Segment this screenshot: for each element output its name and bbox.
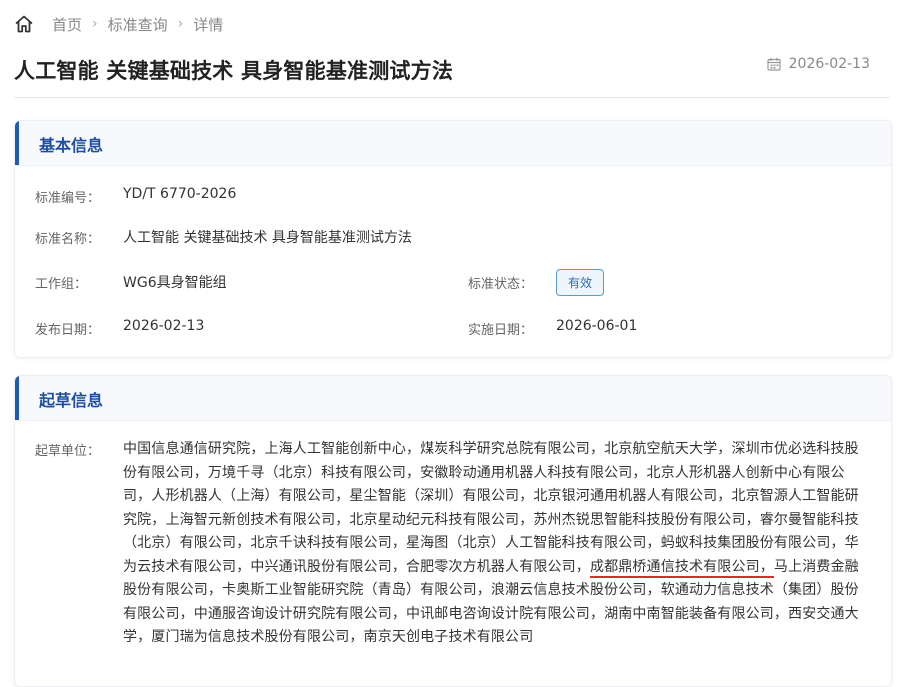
breadcrumb-home[interactable]: 首页 xyxy=(52,14,82,35)
title-divider xyxy=(14,97,890,98)
std-no-value: YD/T 6770-2026 xyxy=(123,186,237,202)
draft-info-card: 起草信息 起草单位： 中国信息通信研究院，上海人工智能创新中心，煤炭科学研究总院… xyxy=(14,375,892,687)
basic-info-card: 基本信息 标准编号： YD/T 6770-2026 标准名称： 人工智能 关键基… xyxy=(14,120,892,358)
breadcrumb-standard-query[interactable]: 标准查询 xyxy=(108,14,168,35)
group-value: WG6具身智能组 xyxy=(123,275,227,291)
chevron-right-icon: › xyxy=(92,16,98,32)
publish-date-value: 2026-02-13 xyxy=(123,318,205,334)
draft-info-title: 起草信息 xyxy=(39,391,104,410)
publish-date-label: 发布日期： xyxy=(35,323,101,338)
breadcrumb-detail: 详情 xyxy=(193,15,224,34)
status-badge: 有效 xyxy=(556,269,605,296)
breadcrumb: 首页 › 标准查询 › 详情 xyxy=(14,11,223,37)
org-highlight: 成都鼎桥通信技术有限公司， xyxy=(589,558,774,578)
draft-org-list: 中国信息通信研究院，上海人工智能创新中心，煤炭科学研究总院有限公司，北京航空航天… xyxy=(123,438,871,650)
basic-info-title: 基本信息 xyxy=(39,136,104,155)
chevron-right-icon: › xyxy=(177,16,184,32)
page-title: 人工智能 关键基础技术 具身智能基准测试方法 xyxy=(14,59,454,83)
group-label: 工作组： xyxy=(35,277,88,292)
publish-date-header: 2026-02-13 xyxy=(767,56,870,72)
draft-info-header: 起草信息 xyxy=(15,376,891,421)
header-date-text: 2026-02-13 xyxy=(788,56,870,72)
effective-date-value: 2026-06-01 xyxy=(556,318,638,334)
std-no-label: 标准编号： xyxy=(35,191,101,206)
std-name-label: 标准名称： xyxy=(35,232,101,247)
basic-info-header: 基本信息 xyxy=(15,121,891,166)
org-text-before: 中国信息通信研究院，上海人工智能创新中心，煤炭科学研究总院有限公司，北京航空航天… xyxy=(123,441,859,575)
status-label: 标准状态： xyxy=(468,277,534,292)
std-name-value: 人工智能 关键基础技术 具身智能基准测试方法 xyxy=(123,230,412,246)
effective-date-label: 实施日期： xyxy=(468,323,534,338)
draft-org-label: 起草单位： xyxy=(35,444,101,459)
home-icon[interactable] xyxy=(14,14,34,34)
calendar-icon xyxy=(767,57,781,71)
